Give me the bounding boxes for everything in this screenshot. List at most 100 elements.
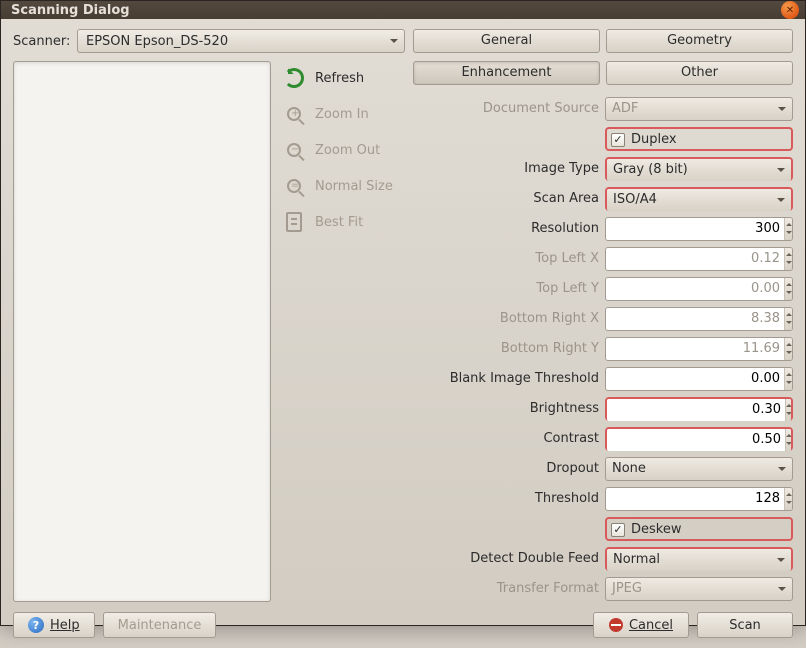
top-row: Scanner: EPSON Epson_DS-520 General Geom… [13, 29, 793, 53]
bottom-right-x-input[interactable] [606, 308, 784, 330]
row-contrast: Contrast [413, 425, 793, 452]
bottom-right-x-spinner[interactable] [605, 307, 793, 331]
checkbox-icon: ✓ [611, 523, 625, 537]
scan-label: Scan [729, 618, 761, 633]
normal-size-label: Normal Size [315, 179, 393, 194]
row-transfer-format: Transfer Format JPEG [413, 575, 793, 602]
preview-pane[interactable] [13, 61, 271, 602]
row-detect-double-feed: Detect Double Feed Normal [413, 545, 793, 572]
row-document-source: Document Source ADF [413, 95, 793, 122]
detect-double-feed-dropdown[interactable]: Normal [607, 549, 791, 571]
tab-other[interactable]: Other [606, 61, 793, 85]
window-title: Scanning Dialog [7, 3, 781, 18]
help-label: Help [50, 618, 80, 633]
row-duplex: ✓ Duplex [413, 125, 793, 152]
spinner-arrows-icon[interactable] [784, 308, 792, 330]
row-threshold: Threshold [413, 485, 793, 512]
row-top-left-x: Top Left X [413, 245, 793, 272]
row-brightness: Brightness [413, 395, 793, 422]
contrast-input[interactable] [607, 429, 785, 451]
image-type-dropdown[interactable]: Gray (8 bit) [607, 159, 791, 181]
help-button[interactable]: ? Help [13, 612, 95, 638]
checkbox-icon: ✓ [611, 133, 625, 147]
scanner-dropdown[interactable]: EPSON Epson_DS-520 [77, 29, 405, 53]
titlebar[interactable]: Scanning Dialog ✕ [1, 1, 805, 19]
zoom-out-button[interactable]: − Zoom Out [279, 137, 397, 163]
transfer-format-dropdown[interactable]: JPEG [605, 577, 793, 601]
brightness-spinner[interactable] [607, 399, 791, 421]
row-deskew: ✓ Deskew [413, 515, 793, 542]
settings-form: Document Source ADF ✓ Duplex Image Type … [413, 91, 793, 602]
blank-threshold-input[interactable] [606, 368, 784, 390]
scan-area-dropdown[interactable]: ISO/A4 [607, 189, 791, 211]
top-left-y-spinner[interactable] [605, 277, 793, 301]
deskew-label: Deskew [631, 522, 681, 537]
zoom-out-icon: − [283, 139, 305, 161]
maintenance-label: Maintenance [118, 618, 202, 633]
row-bottom-right-y: Bottom Right Y [413, 335, 793, 362]
left-column: Refresh + Zoom In − Zoom Out = Normal Si… [13, 61, 403, 602]
spinner-arrows-icon[interactable] [785, 429, 791, 451]
document-source-dropdown[interactable]: ADF [605, 97, 793, 121]
row-top-left-y: Top Left Y [413, 275, 793, 302]
contrast-spinner[interactable] [607, 429, 791, 451]
best-fit-icon [283, 211, 305, 233]
scanner-value: EPSON Epson_DS-520 [86, 34, 228, 49]
bottom-right-y-input[interactable] [606, 338, 784, 360]
brightness-input[interactable] [607, 399, 785, 421]
best-fit-label: Best Fit [315, 215, 363, 230]
spinner-arrows-icon[interactable] [785, 399, 791, 421]
normal-size-icon: = [283, 175, 305, 197]
threshold-spinner[interactable] [605, 487, 793, 511]
spinner-arrows-icon[interactable] [784, 488, 792, 510]
bottom-right-y-spinner[interactable] [605, 337, 793, 361]
zoom-in-button[interactable]: + Zoom In [279, 101, 397, 127]
top-left-x-input[interactable] [606, 248, 784, 270]
scan-button[interactable]: Scan [697, 612, 793, 638]
row-resolution: Resolution [413, 215, 793, 242]
right-column: Enhancement Other Document Source ADF ✓ … [413, 61, 793, 602]
resolution-spinner[interactable] [605, 217, 793, 241]
row-dropout: Dropout None [413, 455, 793, 482]
tab-enhancement[interactable]: Enhancement [413, 61, 600, 85]
dialog-content: Scanner: EPSON Epson_DS-520 General Geom… [1, 19, 805, 648]
cancel-icon [609, 618, 623, 632]
tab-geometry[interactable]: Geometry [606, 29, 793, 53]
top-left-y-input[interactable] [606, 278, 784, 300]
best-fit-button[interactable]: Best Fit [279, 209, 397, 235]
refresh-icon [283, 67, 305, 89]
dropout-dropdown[interactable]: None [605, 457, 793, 481]
duplex-label: Duplex [631, 132, 677, 147]
deskew-checkbox[interactable]: ✓ Deskew [607, 519, 791, 541]
cancel-label: Cancel [629, 618, 673, 633]
help-icon: ? [28, 617, 44, 633]
main-row: Refresh + Zoom In − Zoom Out = Normal Si… [13, 61, 793, 602]
refresh-label: Refresh [315, 71, 364, 86]
top-left-x-spinner[interactable] [605, 247, 793, 271]
cancel-button[interactable]: Cancel [593, 612, 689, 638]
bottom-bar: ? Help Maintenance Cancel Scan [13, 602, 793, 638]
spinner-arrows-icon[interactable] [784, 278, 792, 300]
row-image-type: Image Type Gray (8 bit) [413, 155, 793, 182]
threshold-input[interactable] [606, 488, 784, 510]
zoom-in-icon: + [283, 103, 305, 125]
spinner-arrows-icon[interactable] [784, 218, 792, 240]
refresh-button[interactable]: Refresh [279, 65, 397, 91]
zoom-in-label: Zoom In [315, 107, 369, 122]
resolution-input[interactable] [606, 218, 784, 240]
close-icon[interactable]: ✕ [781, 1, 799, 19]
scanner-label: Scanner: [13, 34, 69, 49]
row-bottom-right-x: Bottom Right X [413, 305, 793, 332]
normal-size-button[interactable]: = Normal Size [279, 173, 397, 199]
tool-list: Refresh + Zoom In − Zoom Out = Normal Si… [279, 61, 397, 602]
zoom-out-label: Zoom Out [315, 143, 380, 158]
tab-general[interactable]: General [413, 29, 600, 53]
blank-threshold-spinner[interactable] [605, 367, 793, 391]
maintenance-button[interactable]: Maintenance [103, 612, 217, 638]
spinner-arrows-icon[interactable] [784, 248, 792, 270]
row-blank-threshold: Blank Image Threshold [413, 365, 793, 392]
spinner-arrows-icon[interactable] [784, 338, 792, 360]
spinner-arrows-icon[interactable] [784, 368, 792, 390]
row-scan-area: Scan Area ISO/A4 [413, 185, 793, 212]
duplex-checkbox[interactable]: ✓ Duplex [607, 129, 791, 151]
